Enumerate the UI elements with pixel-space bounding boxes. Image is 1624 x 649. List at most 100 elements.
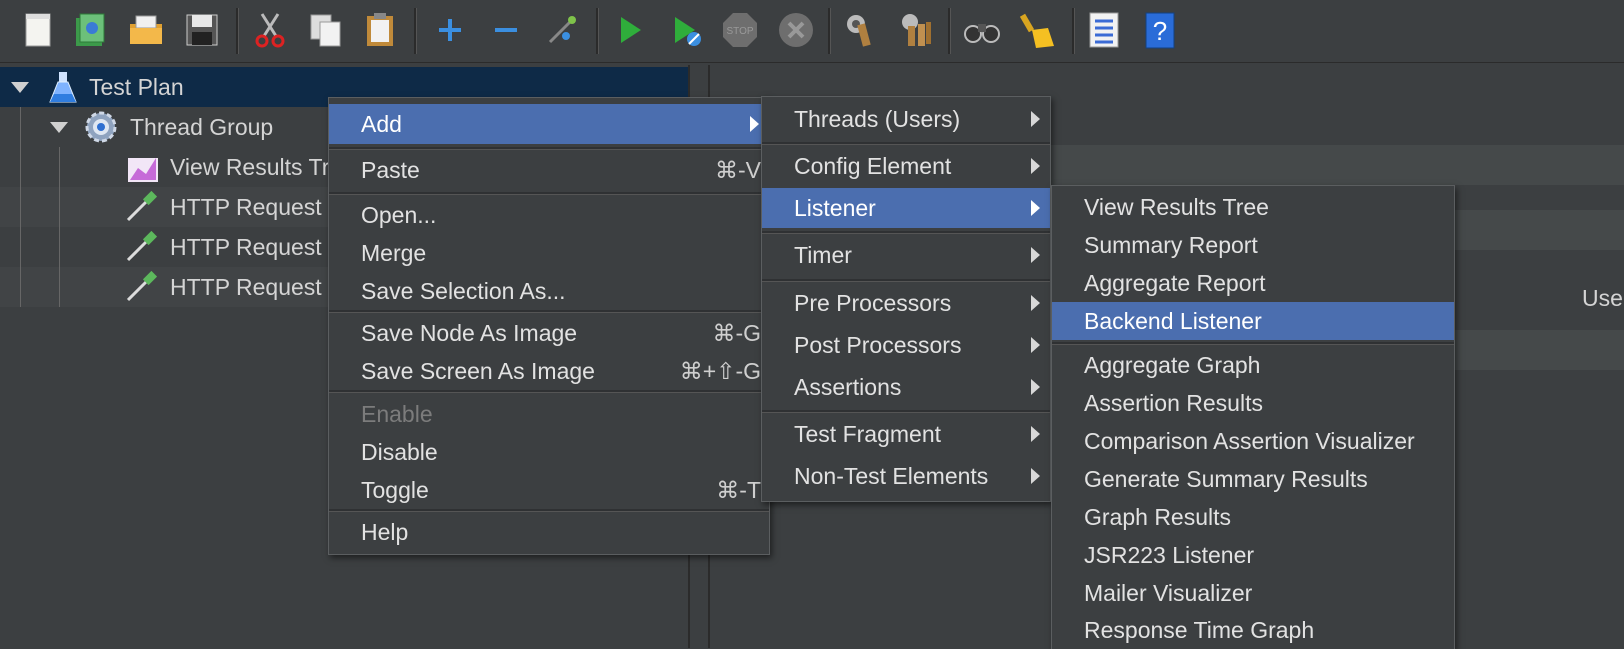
submenu-arrow-icon (1031, 337, 1040, 353)
menu-item-open[interactable]: Open... (329, 195, 769, 235)
tree-label-test-plan: Test Plan (89, 73, 184, 100)
menu-label: Config Element (794, 152, 952, 179)
submenu-item-config-element[interactable]: Config Element (762, 146, 1050, 186)
copy-icon[interactable] (304, 8, 348, 52)
listener-item-comparison-assertion[interactable]: Comparison Assertion Visualizer (1052, 422, 1454, 460)
submenu-item-timer[interactable]: Timer (762, 235, 1050, 275)
menu-item-disable[interactable]: Disable (329, 432, 769, 472)
submenu-item-post-processors[interactable]: Post Processors (762, 325, 1050, 365)
menu-label: Response Time Graph (1084, 616, 1315, 643)
flask-icon (49, 72, 77, 103)
toggle-icon[interactable] (540, 8, 584, 52)
menu-label: Listener (794, 194, 876, 221)
function-helper-icon[interactable] (1082, 8, 1126, 52)
submenu-arrow-icon (750, 116, 759, 132)
menu-item-save-screen-image[interactable]: Save Screen As Image ⌘+⇧-G (329, 351, 769, 391)
collapse-icon[interactable] (484, 8, 528, 52)
menu-label: Assertion Results (1084, 389, 1263, 416)
submenu-item-pre-processors[interactable]: Pre Processors (762, 283, 1050, 323)
submenu-arrow-icon (1031, 379, 1040, 395)
listener-item-aggregate-graph[interactable]: Aggregate Graph (1052, 346, 1454, 384)
menu-label: Summary Report (1084, 231, 1258, 258)
paste-icon[interactable] (358, 8, 402, 52)
pipette-icon (126, 270, 158, 302)
menu-label: Paste (361, 156, 420, 183)
listener-item-graph-results[interactable]: Graph Results (1052, 498, 1454, 536)
menu-shortcut: ⌘-T (716, 476, 761, 503)
menu-label: Non-Test Elements (794, 462, 989, 489)
pipette-icon (126, 190, 158, 222)
menu-label: Comparison Assertion Visualizer (1084, 427, 1415, 454)
submenu-arrow-icon (1031, 426, 1040, 442)
listener-item-backend-listener[interactable]: Backend Listener (1052, 302, 1454, 340)
menu-label: Test Fragment (794, 420, 941, 447)
open-icon[interactable] (124, 8, 168, 52)
panel-partial-label: Use (1582, 285, 1623, 311)
menu-label: Help (361, 518, 409, 545)
submenu-arrow-icon (1031, 468, 1040, 484)
clear-icon[interactable] (838, 8, 882, 52)
menu-item-help[interactable]: Help (329, 512, 769, 552)
tree-label-thread-group: Thread Group (130, 113, 274, 140)
listener-item-view-results-tree[interactable]: View Results Tree (1052, 188, 1454, 226)
start-no-pause-icon[interactable] (664, 8, 708, 52)
add-submenu: Threads (Users) Config Element Listener … (761, 96, 1051, 502)
menu-item-add[interactable]: Add (329, 104, 769, 144)
submenu-arrow-icon (1031, 295, 1040, 311)
listener-item-jsr223[interactable]: JSR223 Listener (1052, 536, 1454, 574)
menu-label: View Results Tree (1084, 193, 1269, 220)
listener-item-mailer-visualizer[interactable]: Mailer Visualizer (1052, 574, 1454, 612)
menu-item-toggle[interactable]: Toggle ⌘-T (329, 470, 769, 510)
listener-item-assertion-results[interactable]: Assertion Results (1052, 384, 1454, 422)
submenu-arrow-icon (1031, 200, 1040, 216)
submenu-item-listener[interactable]: Listener (762, 188, 1050, 228)
listener-item-response-time-graph[interactable]: Response Time Graph (1052, 612, 1454, 648)
menu-item-save-selection[interactable]: Save Selection As... (329, 271, 769, 311)
chevron-down-icon[interactable] (50, 122, 68, 133)
submenu-item-assertions[interactable]: Assertions (762, 367, 1050, 407)
menu-label: Add (361, 110, 402, 137)
new-icon[interactable] (16, 8, 60, 52)
tree-label-item: HTTP Request (170, 193, 322, 220)
menu-item-save-node-image[interactable]: Save Node As Image ⌘-G (329, 313, 769, 353)
templates-icon[interactable] (68, 8, 112, 52)
menu-label: JSR223 Listener (1084, 541, 1255, 568)
menu-label: Open... (361, 201, 437, 228)
menu-item-merge[interactable]: Merge (329, 233, 769, 273)
submenu-item-non-test-elements[interactable]: Non-Test Elements (762, 456, 1050, 496)
listener-item-summary-report[interactable]: Summary Report (1052, 226, 1454, 264)
listener-item-generate-summary[interactable]: Generate Summary Results (1052, 460, 1454, 498)
context-menu: Add Paste ⌘-V Open... Merge Save Selecti… (328, 97, 770, 555)
gear-icon (85, 111, 117, 143)
menu-label: Graph Results (1084, 503, 1232, 530)
menu-label: Post Processors (794, 331, 962, 358)
chevron-down-icon[interactable] (11, 82, 29, 93)
submenu-arrow-icon (1031, 247, 1040, 263)
shutdown-icon[interactable] (774, 8, 818, 52)
clear-all-icon[interactable] (894, 8, 938, 52)
menu-item-enable: Enable (329, 394, 769, 434)
reset-search-icon[interactable] (1016, 8, 1060, 52)
listener-item-aggregate-report[interactable]: Aggregate Report (1052, 264, 1454, 302)
menu-label: Toggle (361, 476, 429, 503)
menu-label: Aggregate Graph (1084, 351, 1261, 378)
search-icon[interactable] (960, 8, 1004, 52)
svg-text:?: ? (1153, 16, 1167, 46)
save-icon[interactable] (180, 8, 224, 52)
menu-shortcut: ⌘-V (715, 156, 761, 183)
stop-icon[interactable]: STOP (718, 8, 762, 52)
submenu-item-threads[interactable]: Threads (Users) (762, 99, 1050, 139)
menu-label: Enable (361, 400, 433, 427)
help-icon[interactable]: ? (1138, 8, 1182, 52)
menu-label: Merge (361, 239, 427, 266)
menu-item-paste[interactable]: Paste ⌘-V (329, 150, 769, 190)
tree-label-item: HTTP Request (170, 273, 322, 300)
menu-label: Disable (361, 438, 438, 465)
start-icon[interactable] (608, 8, 652, 52)
menu-label: Save Screen As Image (361, 357, 595, 384)
expand-icon[interactable] (428, 8, 472, 52)
submenu-item-test-fragment[interactable]: Test Fragment (762, 414, 1050, 454)
cut-icon[interactable] (248, 8, 292, 52)
menu-label: Save Selection As... (361, 277, 566, 304)
menu-label: Threads (Users) (794, 105, 961, 132)
